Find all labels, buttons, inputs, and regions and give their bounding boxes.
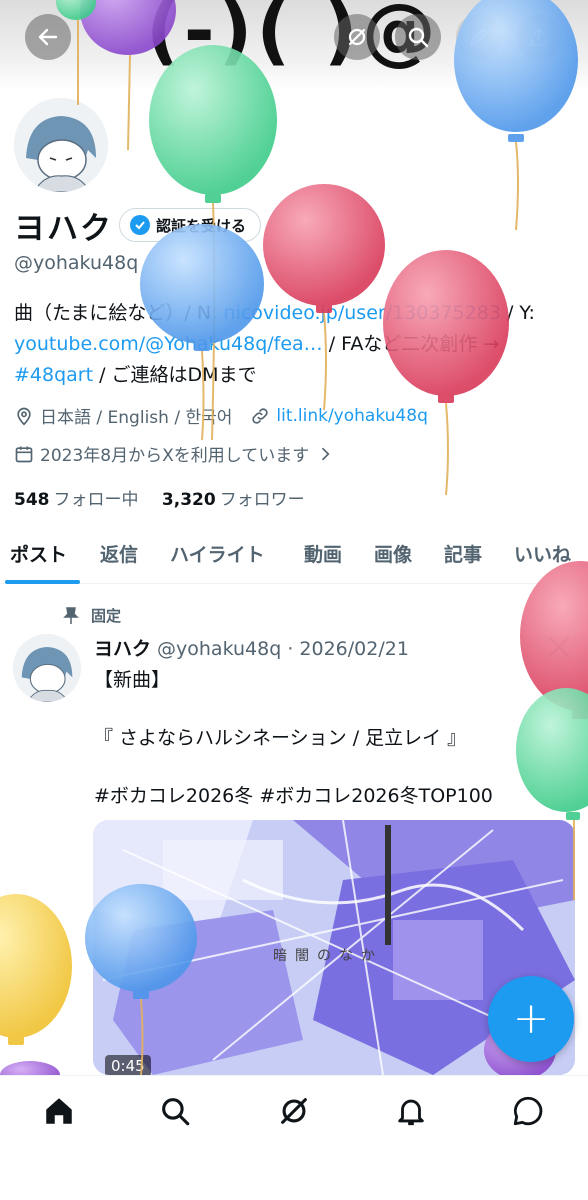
tab-highlights[interactable]: ハイライト: [170, 540, 265, 567]
followers-count: 3,320: [161, 490, 216, 510]
tab-articles[interactable]: 記事: [444, 540, 482, 567]
grok-icon: [348, 28, 366, 46]
home-icon[interactable]: [42, 1094, 76, 1128]
verified-badge-icon: [130, 215, 150, 235]
post-author-handle[interactable]: @yohaku48q: [157, 638, 281, 660]
following-count: 548: [14, 490, 50, 510]
bio-text: 曲（たまに絵など）/ N:: [14, 302, 224, 324]
profile-joined-date: 2023年8月からXを利用しています: [40, 446, 310, 466]
bio-link-niconico[interactable]: nicovideo.jp/user/130375283: [224, 302, 501, 324]
share-icon: [531, 28, 547, 46]
compose-post-button[interactable]: +: [488, 976, 574, 1062]
followers-link[interactable]: 3,320 フォロワー: [162, 490, 305, 510]
notifications-icon[interactable]: [394, 1094, 428, 1128]
x-logo-icon: [548, 636, 570, 658]
back-arrow-icon: [38, 28, 58, 46]
followers-label: フォロワー: [219, 490, 305, 510]
post-date[interactable]: 2026/02/21: [299, 638, 409, 660]
post-hashtags[interactable]: #ボカコレ2026冬 #ボカコレ2026冬TOP100: [94, 781, 493, 808]
bottom-navigation: [0, 1075, 588, 1200]
follow-stats: 548 フォロー中 3,320 フォロワー: [14, 485, 305, 510]
media-caption-text: 暗闇のなか: [273, 948, 383, 964]
profile-meta-row: 日本語 / English / 한국어 lit.link/yohaku48q: [14, 403, 428, 428]
post-author-avatar[interactable]: [13, 634, 81, 702]
profile-handle: @yohaku48q: [14, 252, 139, 274]
active-tab-indicator: [5, 580, 80, 584]
following-label: フォロー中: [53, 490, 139, 510]
back-button[interactable]: [25, 14, 71, 60]
profile-tabs: ポスト 返信 ハイライト 動画 画像 記事 いいね: [0, 526, 588, 584]
search-icon: [408, 27, 429, 48]
tab-videos[interactable]: 動画: [304, 540, 342, 567]
search-icon[interactable]: [158, 1094, 192, 1128]
video-duration: 0:45: [105, 1055, 151, 1075]
bio-text: / Y:: [500, 302, 535, 324]
messages-icon[interactable]: [511, 1094, 545, 1128]
post-text-line: 『 さよならハルシネーション / 足立レイ 』: [94, 727, 467, 749]
chevron-right-icon: [322, 447, 330, 460]
grok-button[interactable]: [334, 14, 380, 60]
search-button[interactable]: [395, 14, 441, 60]
share-button[interactable]: [516, 14, 562, 60]
tab-replies[interactable]: 返信: [100, 540, 138, 567]
profile-display-name: ヨハク: [14, 211, 113, 247]
bio-text: / ご連絡はDMまで: [93, 364, 257, 386]
plus-icon: +: [512, 993, 550, 1044]
pencil-icon: [470, 29, 487, 46]
profile-joined-row[interactable]: 2023年8月からXを利用しています: [14, 441, 335, 466]
post-header: ヨハク @yohaku48q · 2026/02/21: [94, 638, 409, 660]
profile-bio: 曲（たまに絵など）/ N: nicovideo.jp/user/13037528…: [14, 298, 580, 391]
tab-images[interactable]: 画像: [374, 540, 412, 567]
pin-icon: [63, 606, 79, 624]
bio-link-youtube[interactable]: youtube.com/@Yohaku48q/fea…: [14, 333, 323, 355]
balloon: [0, 894, 72, 1089]
edit-button[interactable]: [456, 14, 502, 60]
get-verified-label: 認証を受ける: [156, 216, 247, 235]
post-author-name[interactable]: ヨハク: [94, 638, 151, 660]
bio-text: / FAなど二次創作 →: [322, 333, 500, 355]
following-link[interactable]: 548 フォロー中: [14, 490, 139, 510]
pinned-label: 固定: [91, 607, 122, 625]
link-icon: [252, 407, 269, 424]
tab-posts[interactable]: ポスト: [10, 540, 67, 567]
calendar-icon: [15, 446, 33, 462]
post-text-line: 【新曲】: [94, 669, 171, 691]
pinned-indicator: 固定: [63, 605, 121, 626]
profile-location: 日本語 / English / 한국어: [40, 408, 233, 428]
tab-likes[interactable]: いいね: [514, 540, 571, 567]
grok-icon[interactable]: [277, 1094, 311, 1128]
get-verified-button[interactable]: 認証を受ける: [119, 208, 262, 242]
profile-website-link[interactable]: lit.link/yohaku48q: [276, 406, 427, 426]
profile-avatar[interactable]: [10, 94, 112, 196]
bio-hashtag-link[interactable]: #48qart: [14, 364, 93, 386]
location-pin-icon: [17, 407, 31, 426]
